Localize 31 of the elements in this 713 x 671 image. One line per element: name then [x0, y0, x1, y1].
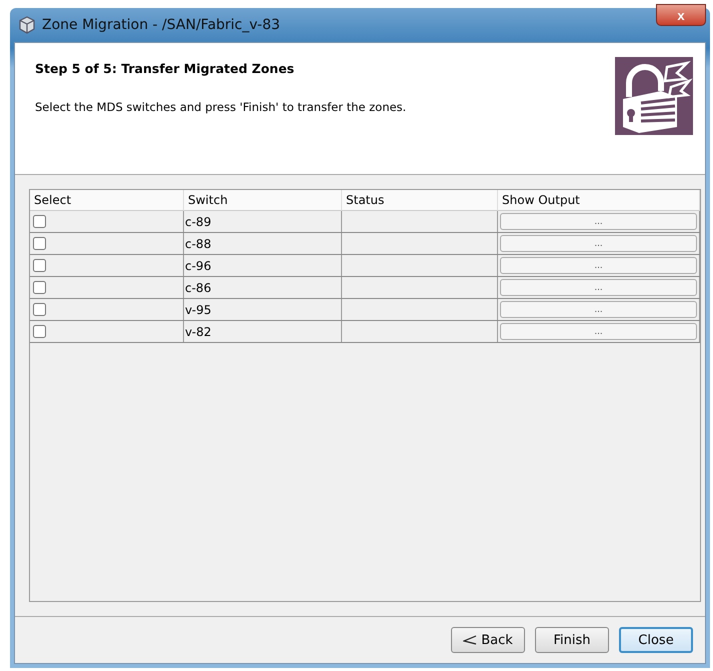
switch-name: c-86 [184, 280, 212, 294]
back-button[interactable]: Back [451, 627, 525, 653]
switch-name: v-95 [184, 302, 212, 316]
cube-icon [18, 16, 36, 34]
show-output-button[interactable]: ... [500, 235, 697, 252]
step-title: Step 5 of 5: Transfer Migrated Zones [35, 61, 296, 76]
column-header[interactable]: Show Output [498, 190, 700, 211]
select-checkbox[interactable] [33, 325, 46, 338]
show-output-button[interactable]: ... [500, 323, 697, 340]
select-checkbox[interactable] [33, 215, 46, 228]
switch-name: v-82 [184, 324, 212, 338]
show-output-button[interactable]: ... [500, 301, 697, 318]
show-output-button[interactable]: ... [500, 279, 697, 296]
instruction-text: Select the MDS switches and press 'Finish' to transfer the zones. [35, 100, 406, 114]
switch-name: c-89 [184, 214, 212, 228]
switch-name: c-88 [184, 236, 212, 250]
column-header[interactable]: Switch [184, 190, 342, 211]
window-x-button[interactable]: x [656, 4, 706, 26]
select-checkbox[interactable] [33, 259, 46, 272]
select-checkbox[interactable] [33, 237, 46, 250]
show-output-button[interactable]: ... [500, 257, 697, 274]
window-title: Zone Migration - /SAN/Fabric_v-83 [42, 17, 280, 33]
select-checkbox[interactable] [33, 303, 46, 316]
dialog-button[interactable]: Finish [535, 627, 609, 653]
padlock-icon [615, 57, 693, 135]
column-header[interactable]: Status [342, 190, 498, 211]
switch-name: c-96 [184, 258, 212, 272]
show-output-button[interactable]: ... [500, 213, 697, 230]
dialog-button[interactable]: Close [619, 627, 693, 653]
column-header[interactable]: Select [30, 190, 184, 211]
select-checkbox[interactable] [33, 281, 46, 294]
